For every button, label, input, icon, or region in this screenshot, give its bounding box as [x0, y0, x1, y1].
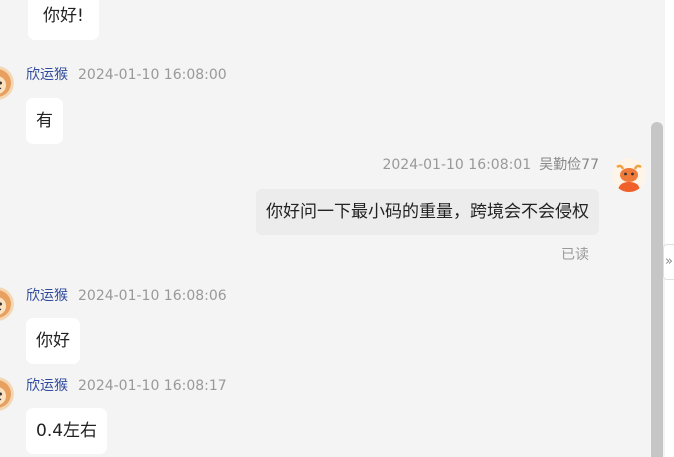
message-bubble: 你好	[26, 318, 80, 364]
message-meta: 欣运猴 2024-01-10 16:08:00	[26, 66, 227, 84]
message-bubble: 0.4左右	[26, 408, 108, 454]
message-timestamp: 2024-01-10 16:08:01	[382, 157, 532, 173]
side-panel-edge	[665, 0, 674, 457]
chat-message-list[interactable]: 你好! 欣运猴 2024-01-10 16:08:00 有 2024-01-10 …	[0, 0, 651, 457]
bull-avatar-icon	[612, 158, 646, 192]
sender-name[interactable]: 吴勤俭77	[539, 157, 599, 173]
message-bubble: 你好问一下最小码的重量，跨境会不会侵权	[256, 189, 599, 235]
read-status: 已读	[561, 247, 589, 263]
message-timestamp: 2024-01-10 16:08:00	[78, 67, 227, 83]
monkey-avatar-icon	[0, 287, 14, 321]
message-bubble: 有	[26, 98, 63, 144]
message-timestamp: 2024-01-10 16:08:17	[78, 378, 227, 394]
double-chevron-right-icon[interactable]: »	[663, 244, 674, 280]
avatar[interactable]	[0, 66, 14, 100]
sender-name[interactable]: 欣运猴	[26, 67, 68, 83]
message-meta: 欣运猴 2024-01-10 16:08:06	[26, 287, 227, 305]
monkey-avatar-icon	[0, 377, 14, 411]
message-meta: 欣运猴 2024-01-10 16:08:17	[26, 377, 227, 395]
avatar[interactable]	[612, 158, 646, 192]
sender-name[interactable]: 欣运猴	[26, 288, 68, 304]
avatar[interactable]	[0, 287, 14, 321]
message-meta: 2024-01-10 16:08:01 吴勤俭77	[382, 156, 599, 174]
monkey-avatar-icon	[0, 66, 14, 100]
scrollbar-thumb[interactable]	[651, 122, 663, 457]
message-bubble: 你好!	[28, 0, 99, 40]
sender-name[interactable]: 欣运猴	[26, 378, 68, 394]
message-timestamp: 2024-01-10 16:08:06	[78, 288, 227, 304]
avatar[interactable]	[0, 377, 14, 411]
